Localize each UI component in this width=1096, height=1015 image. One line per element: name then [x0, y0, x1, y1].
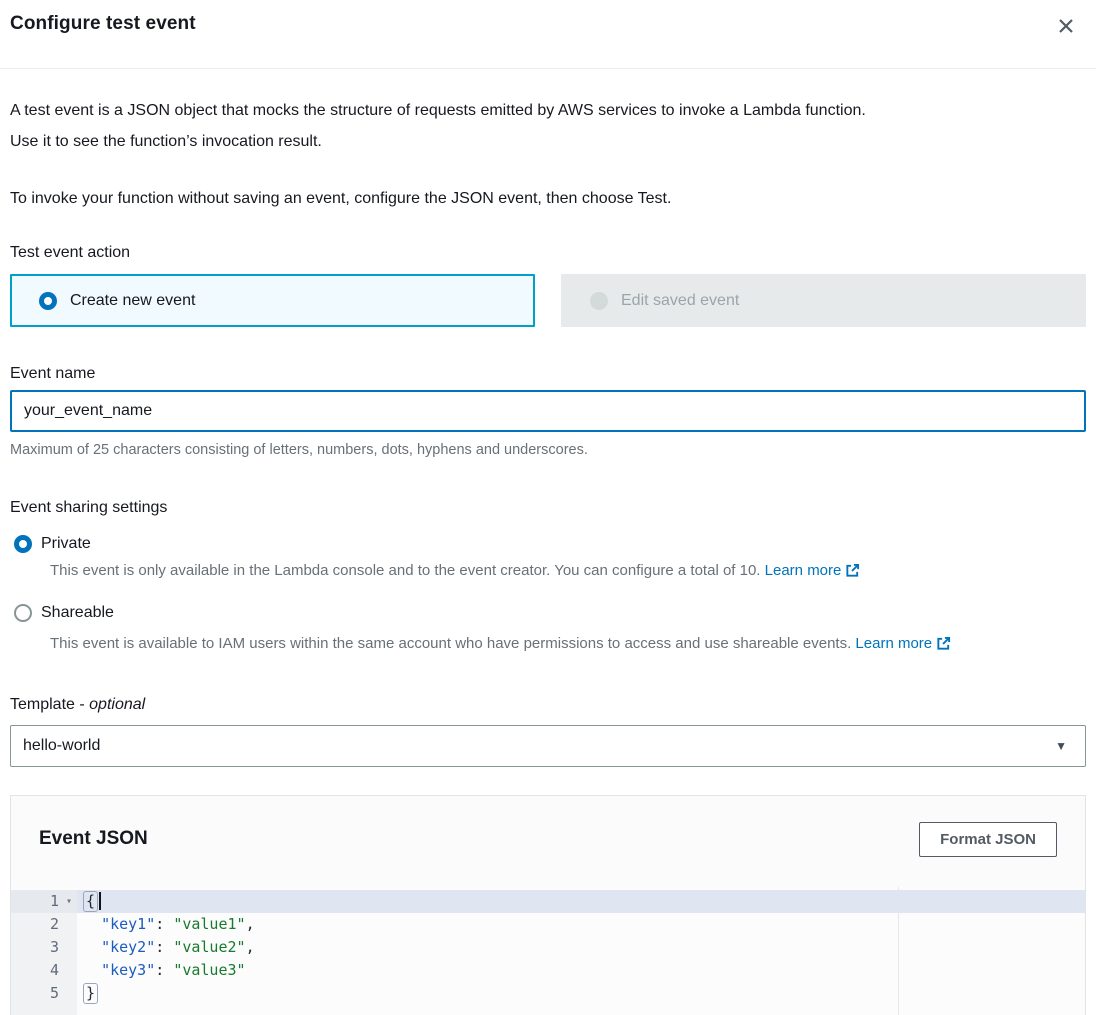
radio-checked-icon [14, 535, 32, 553]
shareable-description: This event is available to IAM users wit… [50, 634, 1086, 656]
fold-toggle-icon[interactable]: ▾ [61, 890, 77, 913]
gutter-filler [11, 1005, 77, 1015]
tile-create-new-event[interactable]: Create new event [10, 274, 535, 327]
separator: : [155, 938, 173, 956]
radio-disabled-icon [590, 292, 608, 310]
radio-private[interactable]: Private [10, 535, 1086, 553]
code-rows: 1 ▾ { 2 "key1": "value1", [11, 887, 1085, 1015]
gutter-line-1: 1 ▾ [11, 890, 77, 913]
code-content: "key3": "value3" [77, 959, 1085, 982]
separator: : [155, 961, 173, 979]
event-name-input[interactable] [10, 390, 1086, 432]
test-event-action-tiles: Create new event Edit saved event [10, 274, 1086, 327]
template-label-text: Template - [10, 696, 89, 713]
intro-paragraph-1: A test event is a JSON object that mocks… [10, 95, 1086, 157]
event-name-label: Event name [10, 363, 1086, 385]
code-line-4: 4 "key3": "value3" [11, 959, 1085, 982]
json-key: "key2" [101, 938, 155, 956]
learn-more-label: Learn more [765, 562, 842, 579]
event-json-panel-header: Event JSON Format JSON [11, 796, 1085, 860]
format-json-button[interactable]: Format JSON [919, 822, 1057, 857]
radio-unchecked-icon [14, 604, 32, 622]
chevron-down-icon: ▼ [1055, 739, 1067, 753]
event-json-title: Event JSON [39, 828, 148, 850]
radio-checked-icon [39, 292, 57, 310]
close-button[interactable] [1052, 12, 1080, 43]
json-value: "value2" [173, 938, 245, 956]
shareable-description-text: This event is available to IAM users wit… [50, 635, 851, 652]
external-link-icon [936, 636, 951, 656]
tile-label: Edit saved event [621, 292, 739, 310]
close-icon [1056, 24, 1076, 39]
gutter-line-5: 5 [11, 982, 77, 1005]
comma: , [246, 938, 255, 956]
code-content: "key2": "value2", [77, 936, 1085, 959]
event-sharing-label: Event sharing settings [10, 497, 1086, 519]
indent [83, 961, 101, 979]
line-number: 2 [11, 913, 61, 936]
template-label-optional: optional [89, 696, 145, 713]
gutter-line-4: 4 [11, 959, 77, 982]
indent [83, 938, 101, 956]
gutter-line-3: 3 [11, 936, 77, 959]
learn-more-label: Learn more [855, 635, 932, 652]
text-cursor [99, 892, 101, 910]
gutter-line-2: 2 [11, 913, 77, 936]
matched-brace: { [83, 891, 98, 912]
radio-private-label: Private [41, 535, 91, 553]
line-number: 4 [11, 959, 61, 982]
tile-edit-saved-event[interactable]: Edit saved event [561, 274, 1086, 327]
intro-paragraph-2: To invoke your function without saving a… [10, 183, 1086, 214]
line-number: 1 [11, 890, 61, 913]
template-select[interactable]: hello-world ▼ [10, 725, 1086, 767]
tile-label: Create new event [70, 292, 195, 310]
configure-test-event-dialog: Configure test event A test event is a J… [0, 0, 1096, 1015]
code-line-2: 2 "key1": "value1", [11, 913, 1085, 936]
line-number: 3 [11, 936, 61, 959]
editor-filler-row [11, 1005, 1085, 1015]
code-line-1: 1 ▾ { [11, 890, 1085, 913]
code-content: } [77, 982, 1085, 1005]
template-label: Template - optional [10, 694, 1086, 716]
radio-shareable-label: Shareable [41, 604, 114, 622]
comma: , [246, 915, 255, 933]
matched-brace: } [83, 983, 98, 1004]
code-line-5: 5 } [11, 982, 1085, 1005]
indent [83, 915, 101, 933]
code-content: { [77, 890, 1085, 913]
private-learn-more-link[interactable]: Learn more [765, 562, 861, 579]
dialog-title: Configure test event [10, 13, 196, 35]
radio-shareable[interactable]: Shareable [10, 604, 1086, 622]
code-filler [77, 1005, 1085, 1015]
event-json-panel: Event JSON Format JSON 1 ▾ { 2 [10, 795, 1086, 1015]
private-description: This event is only available in the Lamb… [50, 561, 1086, 583]
separator: : [155, 915, 173, 933]
dialog-header: Configure test event [0, 0, 1096, 69]
line-number: 5 [11, 982, 61, 1005]
code-line-3: 3 "key2": "value2", [11, 936, 1085, 959]
code-content: "key1": "value1", [77, 913, 1085, 936]
private-description-text: This event is only available in the Lamb… [50, 562, 760, 579]
template-select-value: hello-world [23, 737, 100, 755]
external-link-icon [845, 563, 860, 583]
event-name-helper: Maximum of 25 characters consisting of l… [10, 441, 1086, 459]
dialog-body: A test event is a JSON object that mocks… [0, 95, 1096, 1015]
json-value: "value3" [173, 961, 245, 979]
json-key: "key1" [101, 915, 155, 933]
json-key: "key3" [101, 961, 155, 979]
json-code-editor[interactable]: 1 ▾ { 2 "key1": "value1", [11, 887, 1085, 1015]
shareable-learn-more-link[interactable]: Learn more [855, 635, 951, 652]
json-value: "value1" [173, 915, 245, 933]
test-event-action-label: Test event action [10, 242, 1086, 264]
